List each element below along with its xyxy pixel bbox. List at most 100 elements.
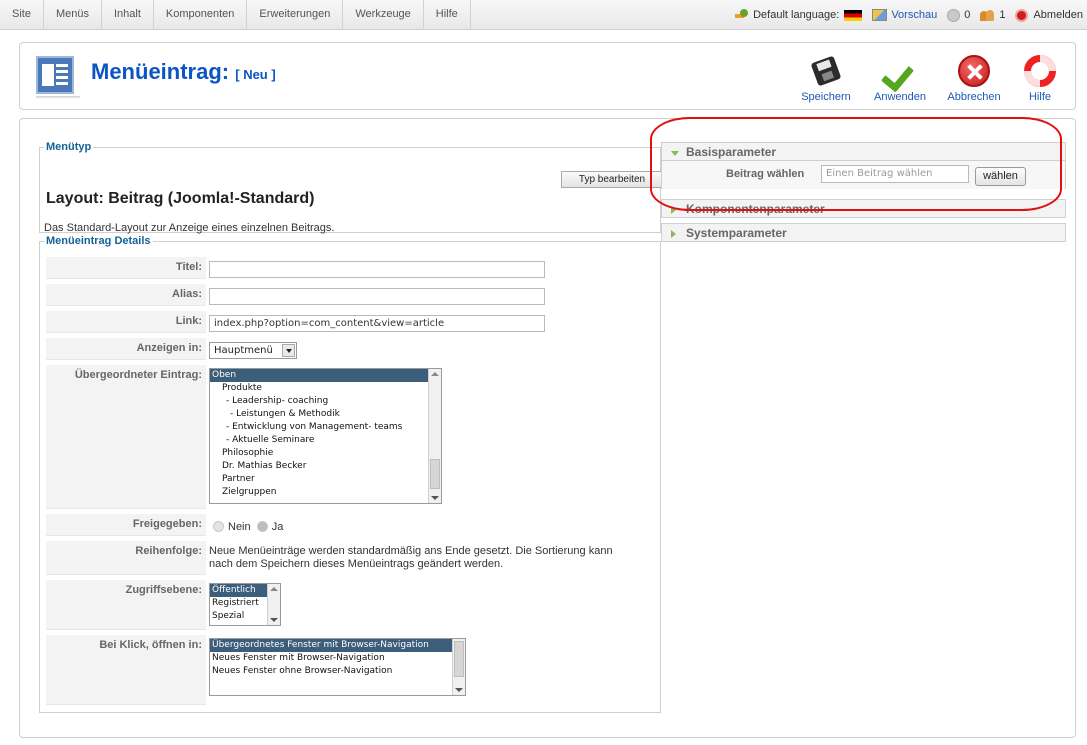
published-no-label: Nein (228, 521, 251, 533)
system-params-title: Systemparameter (686, 226, 787, 240)
users-indicator[interactable]: 1 (980, 9, 1005, 21)
published-yes-radio[interactable] (256, 521, 268, 532)
apply-icon (884, 55, 916, 87)
menu-menus[interactable]: Menüs (44, 0, 102, 30)
basic-params-body: Beitrag wählen Einen Beitrag wählen wähl… (661, 161, 1066, 189)
save-button[interactable]: Speichern (789, 51, 863, 103)
messages-indicator[interactable]: 0 (947, 8, 970, 22)
menu-item-details-fieldset: Menüeintrag Details Titel: Alias: Link: … (39, 235, 661, 713)
parent-option[interactable]: Produkte (210, 382, 441, 395)
users-icon (980, 9, 995, 21)
chevron-down-icon (282, 344, 295, 357)
parent-listbox[interactable]: Oben Produkte - Leadership- coaching - L… (209, 368, 442, 504)
expanded-arrow-icon (671, 151, 679, 156)
scroll-down-icon[interactable] (455, 688, 463, 692)
onclick-option[interactable]: Neues Fenster ohne Browser-Navigation (210, 665, 465, 678)
collapsed-arrow-icon (671, 206, 676, 214)
access-listbox[interactable]: Öffentlich Registriert Spezial (209, 583, 281, 626)
toolbar-buttons: Speichern Anwenden Abbrechen Hilfe (789, 51, 1069, 103)
menu-components[interactable]: Komponenten (154, 0, 248, 30)
parent-option[interactable]: Zielgruppen (210, 486, 441, 499)
help-button[interactable]: Hilfe (1011, 51, 1069, 103)
published-label: Freigegeben: (46, 514, 206, 536)
menu-item-icon (36, 56, 74, 94)
access-scrollbar[interactable] (267, 584, 280, 625)
component-params-header[interactable]: Komponentenparameter (661, 199, 1066, 218)
title-field[interactable] (209, 261, 545, 278)
basic-params-header[interactable]: Basisparameter (661, 142, 1066, 161)
apply-button[interactable]: Anwenden (863, 51, 937, 103)
help-label: Hilfe (1028, 91, 1051, 103)
cancel-label: Abbrechen (947, 91, 1001, 103)
link-field[interactable]: index.php?option=com_content&view=articl… (209, 315, 545, 332)
scroll-up-icon[interactable] (270, 587, 278, 591)
order-text-line: nach dem Speichern dieses Menüeintrags g… (209, 558, 504, 570)
parent-option[interactable]: Dr. Mathias Becker (210, 460, 441, 473)
scroll-thumb[interactable] (430, 459, 440, 489)
choose-article-button[interactable]: wählen (975, 167, 1026, 186)
article-label: Beitrag wählen (726, 168, 805, 180)
parent-option[interactable]: - Entwicklung von Management- teams (210, 421, 441, 434)
onclick-scrollbar[interactable] (452, 639, 465, 695)
help-icon (1024, 55, 1056, 87)
onclick-option[interactable]: Neues Fenster mit Browser-Navigation (210, 652, 465, 665)
parent-option[interactable]: Partner (210, 473, 441, 486)
menu-content[interactable]: Inhalt (102, 0, 154, 30)
default-language-label: Default language: (753, 9, 840, 21)
system-params-header[interactable]: Systemparameter (661, 223, 1066, 242)
edit-type-button[interactable]: Typ bearbeiten (561, 171, 663, 188)
language-icon (735, 8, 749, 22)
main-menu: Site Menüs Inhalt Komponenten Erweiterun… (0, 0, 471, 30)
german-flag-icon (844, 9, 863, 21)
scroll-thumb[interactable] (454, 641, 464, 677)
published-no-radio[interactable] (213, 521, 224, 532)
menu-type-legend: Menütyp (46, 141, 92, 153)
details-legend: Menüeintrag Details (46, 235, 151, 247)
display-in-label: Anzeigen in: (46, 338, 206, 360)
article-field[interactable]: Einen Beitrag wählen (821, 165, 969, 183)
save-label: Speichern (801, 91, 851, 103)
scroll-down-icon[interactable] (270, 618, 278, 622)
cancel-icon (958, 55, 990, 87)
published-radio-group: Nein Ja (213, 521, 283, 533)
scroll-down-icon[interactable] (431, 496, 439, 500)
onclick-listbox[interactable]: Übergeordnetes Fenster mit Browser-Navig… (209, 638, 466, 696)
scroll-up-icon[interactable] (431, 372, 439, 376)
alias-label: Alias: (46, 284, 206, 306)
parent-label: Übergeordneter Eintrag: (46, 365, 206, 509)
preview-label[interactable]: Vorschau (891, 9, 937, 21)
menu-tools[interactable]: Werkzeuge (343, 0, 424, 30)
alias-field[interactable] (209, 288, 545, 305)
parent-option[interactable]: Oben (210, 369, 441, 382)
parent-scrollbar[interactable] (428, 369, 441, 503)
top-menu-bar: Site Menüs Inhalt Komponenten Erweiterun… (0, 0, 1087, 30)
onclick-option[interactable]: Übergeordnetes Fenster mit Browser-Navig… (210, 639, 465, 652)
published-yes-label: Ja (271, 521, 284, 533)
page-title-text: Menüeintrag: (91, 59, 230, 84)
logout-label[interactable]: Abmelden (1033, 9, 1083, 21)
display-in-select[interactable]: Hauptmenü (209, 342, 297, 359)
collapsed-arrow-icon (671, 230, 676, 238)
cancel-button[interactable]: Abbrechen (937, 51, 1011, 103)
parent-option[interactable]: - Leistungen & Methodik (210, 408, 441, 421)
order-label: Reihenfolge: (46, 541, 206, 575)
display-in-value: Hauptmenü (214, 345, 273, 356)
menu-extensions[interactable]: Erweiterungen (247, 0, 344, 30)
preview-icon (872, 9, 888, 21)
menu-site[interactable]: Site (0, 0, 44, 30)
layout-description: Das Standard-Layout zur Anzeige eines ei… (44, 222, 335, 234)
basic-params-title: Basisparameter (686, 145, 777, 159)
logout-link[interactable]: Abmelden (1015, 8, 1083, 22)
preview-link[interactable]: Vorschau (872, 9, 937, 21)
page-title-subtitle: [ Neu ] (235, 67, 276, 82)
page-title: Menüeintrag: [ Neu ] (91, 59, 276, 85)
apply-label: Anwenden (874, 91, 926, 103)
content-box: Menütyp Typ bearbeiten Layout: Beitrag (… (19, 118, 1076, 738)
title-label: Titel: (46, 257, 206, 279)
menu-help[interactable]: Hilfe (424, 0, 471, 30)
parent-option[interactable]: Philosophie (210, 447, 441, 460)
header-icon-shadow (36, 96, 80, 99)
parent-option[interactable]: - Aktuelle Seminare (210, 434, 441, 447)
parent-option[interactable]: - Leadership- coaching (210, 395, 441, 408)
component-params-title: Komponentenparameter (686, 202, 825, 216)
